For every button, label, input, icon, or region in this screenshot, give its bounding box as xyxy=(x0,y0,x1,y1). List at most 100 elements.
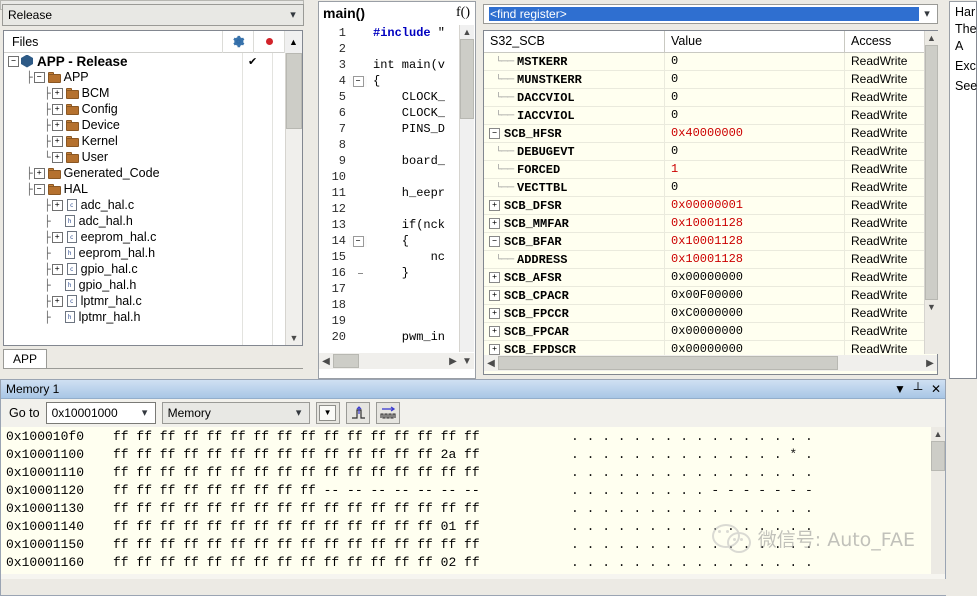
tree-item[interactable]: ├+Device xyxy=(4,117,302,133)
memory-row[interactable]: 0x10001130ff ff ff ff ff ff ff ff ff ff … xyxy=(1,499,945,517)
build-configuration-select[interactable]: Release ▾ xyxy=(2,4,304,26)
settings-gear-icon[interactable] xyxy=(222,31,253,53)
memory-address-input[interactable]: 0x10001000 ▾ xyxy=(46,402,156,424)
register-row[interactable]: └──MUNSTKERR0ReadWrite xyxy=(484,71,937,89)
register-expand-toggle[interactable]: + xyxy=(489,272,500,283)
register-row[interactable]: −SCB_HFSR0x40000000ReadWrite xyxy=(484,125,937,143)
register-value[interactable]: 0 xyxy=(664,107,844,124)
fold-column[interactable]: − xyxy=(349,236,367,247)
memory-trigger-button[interactable] xyxy=(346,402,370,424)
tree-expand-toggle[interactable]: + xyxy=(34,168,45,179)
memory-row[interactable]: 0x10001120ff ff ff ff ff ff ff ff ff -- … xyxy=(1,481,945,499)
function-picker-icon[interactable]: f() xyxy=(456,5,475,21)
registers-scroll-down-arrow[interactable]: ▼ xyxy=(925,300,938,314)
tree-expand-toggle[interactable]: + xyxy=(52,264,63,275)
register-value[interactable]: 0 xyxy=(664,143,844,160)
tree-expand-toggle[interactable]: + xyxy=(52,104,63,115)
tree-item[interactable]: ├+BCM xyxy=(4,85,302,101)
registers-col-value[interactable]: Value xyxy=(664,31,844,52)
fold-column[interactable]: − xyxy=(349,76,367,87)
register-row[interactable]: +SCB_MMFAR0x10001128ReadWrite xyxy=(484,215,937,233)
memory-row[interactable]: 0x10001150ff ff ff ff ff ff ff ff ff ff … xyxy=(1,535,945,553)
register-row[interactable]: +SCB_AFSR0x00000000ReadWrite xyxy=(484,269,937,287)
register-row[interactable]: −SCB_BFAR0x10001128ReadWrite xyxy=(484,233,937,251)
memory-pin-button[interactable]: ┴ xyxy=(909,382,927,396)
memory-row[interactable]: 0x10001110ff ff ff ff ff ff ff ff ff ff … xyxy=(1,463,945,481)
tree-item[interactable]: └+User xyxy=(4,149,302,165)
editor-hscrollbar-thumb[interactable] xyxy=(333,354,359,368)
register-row[interactable]: └──DEBUGEVT0ReadWrite xyxy=(484,143,937,161)
register-row[interactable]: +SCB_FPCAR0x00000000ReadWrite xyxy=(484,323,937,341)
register-value[interactable]: 0x00000001 xyxy=(664,197,844,214)
register-row[interactable]: +SCB_DFSR0x00000001ReadWrite xyxy=(484,197,937,215)
register-value[interactable]: 0 xyxy=(664,179,844,196)
registers-scroll-up-arrow[interactable]: ▲ xyxy=(925,31,938,45)
tree-scrollbar[interactable]: ▼ xyxy=(285,53,302,345)
tree-item[interactable]: ├−APP xyxy=(4,69,302,85)
register-value[interactable]: 0 xyxy=(664,53,844,70)
tree-item[interactable]: ├+Config xyxy=(4,101,302,117)
memory-bytes[interactable]: ff ff ff ff ff ff ff ff ff ff ff ff ff f… xyxy=(113,429,543,444)
register-row[interactable]: └──DACCVIOL0ReadWrite xyxy=(484,89,937,107)
register-row[interactable]: └──FORCED1ReadWrite xyxy=(484,161,937,179)
memory-bytes[interactable]: ff ff ff ff ff ff ff ff ff ff ff ff ff f… xyxy=(113,447,543,462)
tree-item[interactable]: ├+Kernel xyxy=(4,133,302,149)
tree-expand-toggle[interactable]: + xyxy=(52,136,63,147)
memory-bytes[interactable]: ff ff ff ff ff ff ff ff ff ff ff ff ff f… xyxy=(113,573,543,575)
register-value[interactable]: 0x40000000 xyxy=(664,125,844,142)
tree-item[interactable]: ├hadc_hal.h xyxy=(4,213,302,229)
memory-bytes[interactable]: ff ff ff ff ff ff ff ff ff ff ff ff ff f… xyxy=(113,555,543,570)
register-expand-toggle[interactable]: + xyxy=(489,290,500,301)
register-collapse-toggle[interactable]: − xyxy=(489,128,500,139)
register-value[interactable]: 0 xyxy=(664,71,844,88)
tree-item[interactable]: ├+clptmr_hal.c xyxy=(4,293,302,309)
tree-collapse-toggle[interactable]: − xyxy=(8,56,19,67)
tree-item[interactable]: ├hlptmr_hal.h xyxy=(4,309,302,325)
register-value[interactable]: 0x00000000 xyxy=(664,269,844,286)
tree-expand-toggle[interactable]: + xyxy=(52,296,63,307)
tree-expand-toggle[interactable]: + xyxy=(52,120,63,131)
memory-waveform-button[interactable] xyxy=(376,402,400,424)
record-dot-icon[interactable] xyxy=(253,31,284,53)
tree-expand-toggle[interactable]: + xyxy=(52,88,63,99)
tree-item[interactable]: ├heeprom_hal.h xyxy=(4,245,302,261)
memory-bytes[interactable]: ff ff ff ff ff ff ff ff ff ff ff ff ff f… xyxy=(113,537,543,552)
memory-scroll-up-arrow[interactable]: ▲ xyxy=(931,427,945,441)
register-row[interactable]: └──IACCVIOL0ReadWrite xyxy=(484,107,937,125)
register-value[interactable]: 0 xyxy=(664,89,844,106)
register-value[interactable]: 0x10001128 xyxy=(664,233,844,250)
tree-item[interactable]: ├+cgpio_hal.c xyxy=(4,261,302,277)
register-value[interactable]: 0xC0000000 xyxy=(664,305,844,322)
tree-item[interactable]: ├+Generated_Code xyxy=(4,165,302,181)
tree-expand-toggle[interactable]: + xyxy=(52,232,63,243)
register-expand-toggle[interactable]: + xyxy=(489,308,500,319)
editor-scrollbar-thumb[interactable] xyxy=(460,39,474,119)
tree-scrollbar-thumb[interactable] xyxy=(286,53,302,129)
tree-scroll-down-arrow[interactable]: ▼ xyxy=(286,331,302,345)
registers-scroll-left-arrow[interactable]: ◀ xyxy=(484,355,498,371)
editor-scroll-up-arrow[interactable]: ▲ xyxy=(460,25,474,39)
register-row[interactable]: +SCB_FPCCR0xC0000000ReadWrite xyxy=(484,305,937,323)
registers-vertical-scrollbar[interactable]: ▲ ▼ xyxy=(924,31,938,354)
register-value[interactable]: 0x10001128 xyxy=(664,251,844,268)
registers-col-name[interactable]: S32_SCB xyxy=(484,31,664,52)
tab-app[interactable]: APP xyxy=(3,349,47,368)
chevron-down-icon[interactable]: ▾ xyxy=(137,408,153,419)
tree-item[interactable]: ├+ceeprom_hal.c xyxy=(4,229,302,245)
memory-row[interactable]: 0x10001100ff ff ff ff ff ff ff ff ff ff … xyxy=(1,445,945,463)
register-row[interactable]: +SCB_CPACR0x00F00000ReadWrite xyxy=(484,287,937,305)
memory-close-button[interactable]: ✕ xyxy=(927,382,945,396)
register-value[interactable]: 0x00000000 xyxy=(664,323,844,340)
tree-item[interactable]: −APP - Release✔ xyxy=(4,53,302,69)
registers-horizontal-scrollbar[interactable]: ◀ ▶ xyxy=(484,355,937,371)
memory-kind-select[interactable]: Memory ▾ xyxy=(162,402,310,424)
register-expand-toggle[interactable]: + xyxy=(489,218,500,229)
tree-collapse-toggle[interactable]: − xyxy=(34,72,45,83)
register-row[interactable]: └──VECTTBL0ReadWrite xyxy=(484,179,937,197)
fold-toggle[interactable]: − xyxy=(353,76,364,87)
memory-row[interactable]: 0x10001170ff ff ff ff ff ff ff ff ff ff … xyxy=(1,571,945,574)
register-collapse-toggle[interactable]: − xyxy=(489,236,500,247)
registers-scrollbar-thumb[interactable] xyxy=(925,45,938,300)
memory-row[interactable]: 0x10001160ff ff ff ff ff ff ff ff ff ff … xyxy=(1,553,945,571)
fold-toggle[interactable]: − xyxy=(353,236,364,247)
